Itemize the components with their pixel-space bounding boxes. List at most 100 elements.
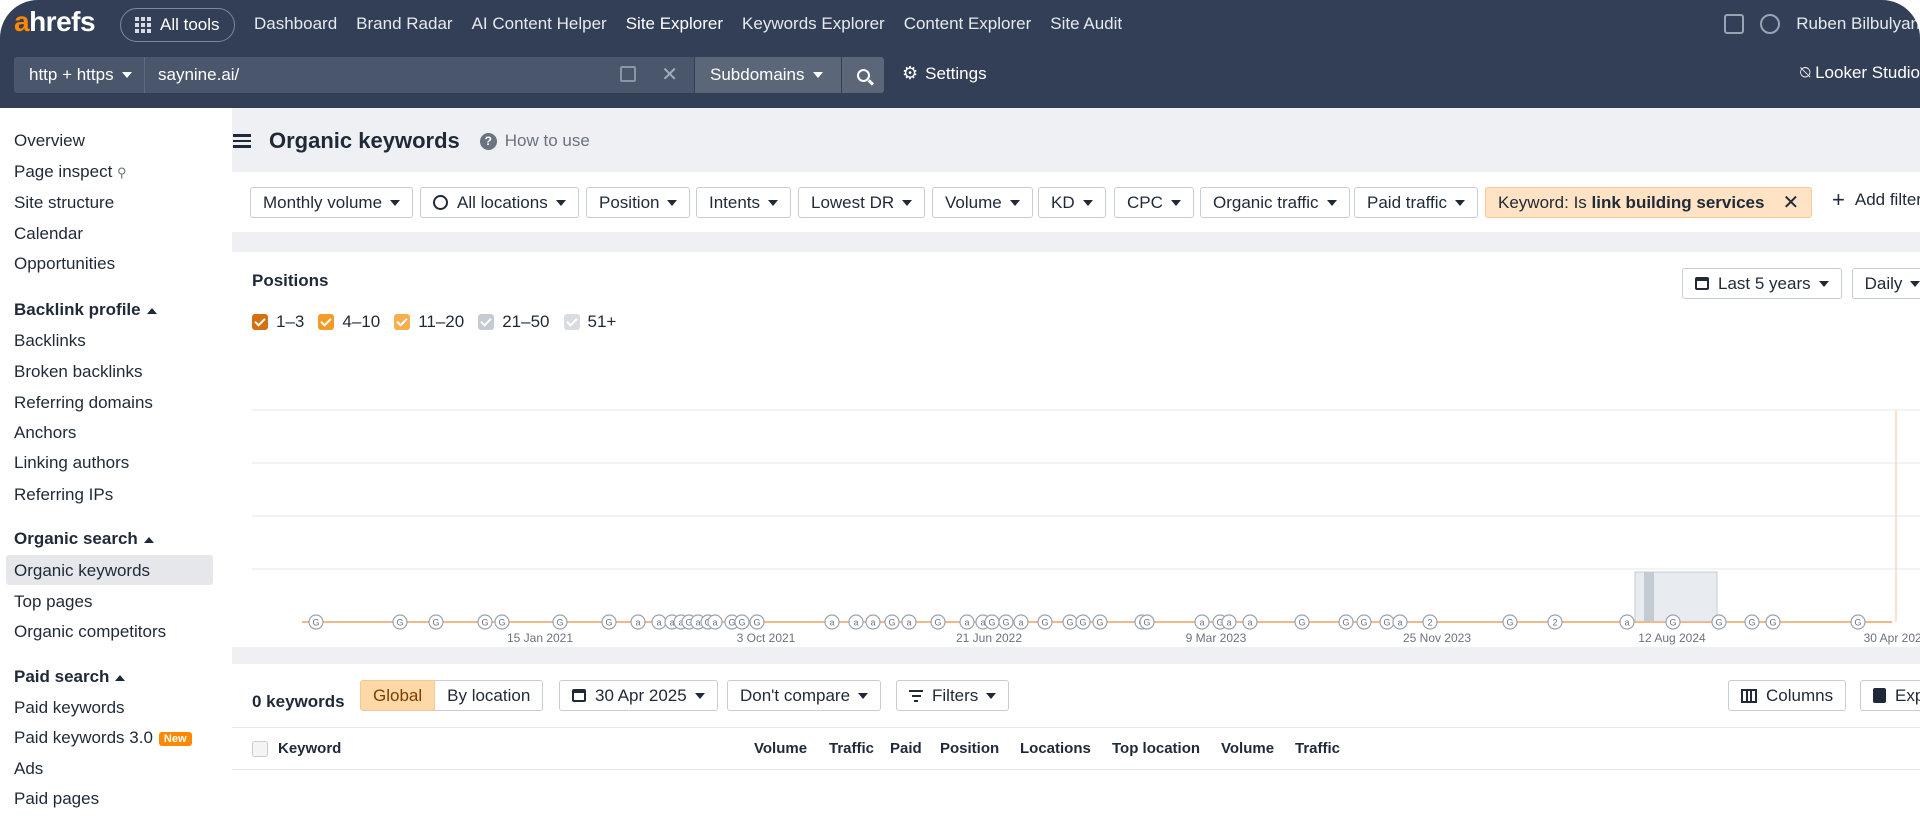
monitor-icon[interactable] [1724, 14, 1745, 34]
sidebar-item-overview[interactable]: Overview [14, 131, 85, 151]
compare-select[interactable]: Don't compare [727, 680, 882, 711]
col-volume[interactable]: Volume [754, 740, 807, 757]
columns-button[interactable]: Columns [1728, 680, 1847, 711]
annotation-marker-label: 2 [1552, 618, 1557, 628]
select-all-checkbox[interactable] [252, 741, 268, 757]
annotation-marker-label: a [656, 618, 661, 628]
filter-position[interactable]: Position [586, 187, 691, 218]
clear-icon[interactable]: ✕ [661, 62, 678, 87]
legend-item[interactable]: 4–10 [318, 312, 380, 332]
filter-kd[interactable]: KD [1038, 187, 1106, 218]
sidebar-item-top-pages[interactable]: Top pages [14, 592, 92, 612]
filter-organic-traffic[interactable]: Organic traffic [1200, 187, 1350, 218]
annotation-marker-label: G [1041, 618, 1048, 628]
filter-all-locations[interactable]: All locations [420, 187, 579, 218]
nav-brand-radar[interactable]: Brand Radar [356, 14, 452, 34]
col-keyword[interactable]: Keyword [278, 740, 341, 757]
keyword-filter-value: link building services [1591, 192, 1765, 212]
annotation-marker-label: G [1748, 618, 1755, 628]
legend-item[interactable]: 21–50 [478, 312, 550, 332]
nav-site-explorer[interactable]: Site Explorer [626, 14, 723, 34]
mode-select[interactable]: Subdomains [695, 57, 841, 93]
date-select[interactable]: 30 Apr 2025 [559, 680, 718, 711]
section-backlink-profile[interactable]: Backlink profile [14, 300, 157, 320]
positions-chart: 15 Jan 2021 3 Oct 2021 21 Jun 2022 9 Mar 20… [252, 409, 1920, 645]
sidebar-item-organic-competitors[interactable]: Organic competitors [14, 622, 166, 642]
legend-checkbox[interactable] [563, 314, 580, 330]
scope-by-location[interactable]: By location [435, 680, 544, 711]
legend-checkbox[interactable] [318, 314, 335, 330]
scope-toggle: Global By location [360, 680, 544, 711]
filter-monthly-volume[interactable]: Monthly volume [250, 187, 414, 218]
user-name[interactable]: Ruben Bilbulyan [1796, 14, 1920, 34]
filters-button[interactable]: Filters [896, 680, 1010, 711]
sidebar-item-linking-authors[interactable]: Linking authors [14, 453, 129, 473]
sidebar-item-referring-domains[interactable]: Referring domains [14, 393, 153, 413]
url-input[interactable]: saynine.ai/ ✕ [144, 57, 694, 93]
legend-checkbox[interactable] [394, 314, 411, 330]
legend-item[interactable]: 1–3 [252, 312, 304, 332]
keyword-filter-chip[interactable]: Keyword: Is link building services ✕ [1485, 187, 1813, 218]
protocol-select[interactable]: http + https [14, 57, 144, 93]
filter-cpc[interactable]: CPC [1114, 187, 1194, 218]
nav-dashboard[interactable]: Dashboard [254, 14, 337, 34]
search-button[interactable] [842, 57, 884, 93]
col-top-location[interactable]: Top location [1112, 740, 1200, 757]
nav-keywords-explorer[interactable]: Keywords Explorer [742, 14, 885, 34]
sidebar-item-organic-keywords[interactable]: Organic keywords [14, 561, 150, 581]
sidebar-item-broken-backlinks[interactable]: Broken backlinks [14, 362, 143, 382]
all-tools-button[interactable]: All tools [120, 8, 235, 42]
looker-icon: ⍉ [1800, 63, 1816, 82]
sidebar-item-label: Page inspect [14, 162, 113, 181]
legend-checkbox[interactable] [252, 314, 268, 330]
export-button[interactable]: Export [1860, 680, 1920, 711]
external-link-icon[interactable] [620, 66, 636, 82]
col-traffic-2[interactable]: Traffic [1295, 740, 1340, 757]
sidebar-item-page-inspect[interactable]: Page inspect ⚲ [14, 162, 127, 182]
filter-intents[interactable]: Intents [696, 187, 792, 218]
speed-icon[interactable] [1760, 14, 1781, 34]
sidebar-item-site-structure[interactable]: Site structure [14, 193, 114, 213]
annotation-marker-label: G [432, 618, 439, 628]
nav-ai-content-helper[interactable]: AI Content Helper [472, 14, 607, 34]
looker-studio-link[interactable]: ⍉ Looker Studio [1800, 63, 1920, 83]
nav-site-audit[interactable]: Site Audit [1050, 14, 1122, 34]
add-filter-button[interactable]: + Add filter [1832, 187, 1920, 213]
section-paid-search[interactable]: Paid search [14, 667, 126, 687]
legend-checkbox[interactable] [478, 314, 495, 330]
sidebar-item-backlinks[interactable]: Backlinks [14, 331, 86, 351]
sidebar-item-paid-keywords-3[interactable]: Paid keywords 3.0 New [14, 728, 192, 748]
scope-global[interactable]: Global [360, 680, 436, 711]
sidebar-item-paid-keywords[interactable]: Paid keywords [14, 698, 125, 718]
filter-lowest-dr[interactable]: Lowest DR [798, 187, 926, 218]
annotation-marker-label: G [934, 618, 941, 628]
settings-button[interactable]: ⚙ Settings [902, 63, 987, 84]
granularity-select[interactable]: Daily [1851, 268, 1920, 299]
help-icon: ? [479, 132, 497, 150]
col-paid[interactable]: Paid [890, 740, 922, 757]
ahrefs-logo[interactable]: ahrefs [14, 6, 96, 38]
col-locations[interactable]: Locations [1020, 740, 1091, 757]
sidebar-item-referring-ips[interactable]: Referring IPs [14, 485, 113, 505]
sidebar-item-ads[interactable]: Ads [14, 759, 43, 779]
filter-volume[interactable]: Volume [932, 187, 1033, 218]
x-tick-label: 9 Mar 2023 [1186, 631, 1247, 645]
legend-item[interactable]: 11–20 [394, 312, 464, 332]
sidebar-item-paid-pages[interactable]: Paid pages [14, 789, 99, 809]
sidebar-item-calendar[interactable]: Calendar [14, 224, 83, 244]
sidebar-item-opportunities[interactable]: Opportunities [14, 254, 115, 274]
add-filter-label: Add filter [1854, 190, 1920, 209]
nav-content-explorer[interactable]: Content Explorer [904, 14, 1032, 34]
date-range-select[interactable]: Last 5 years [1682, 268, 1842, 299]
section-organic-search[interactable]: Organic search [14, 529, 154, 549]
how-to-use-link[interactable]: ? How to use [479, 131, 590, 151]
filter-label: Intents [709, 192, 761, 212]
close-icon[interactable]: ✕ [1782, 190, 1799, 215]
col-traffic[interactable]: Traffic [829, 740, 874, 757]
col-position[interactable]: Position [940, 740, 999, 757]
legend-item[interactable]: 51+ [563, 312, 616, 332]
filter-paid-traffic[interactable]: Paid traffic [1354, 187, 1479, 218]
menu-icon[interactable] [233, 134, 251, 148]
col-volume-2[interactable]: Volume [1221, 740, 1274, 757]
sidebar-item-anchors[interactable]: Anchors [14, 423, 76, 443]
